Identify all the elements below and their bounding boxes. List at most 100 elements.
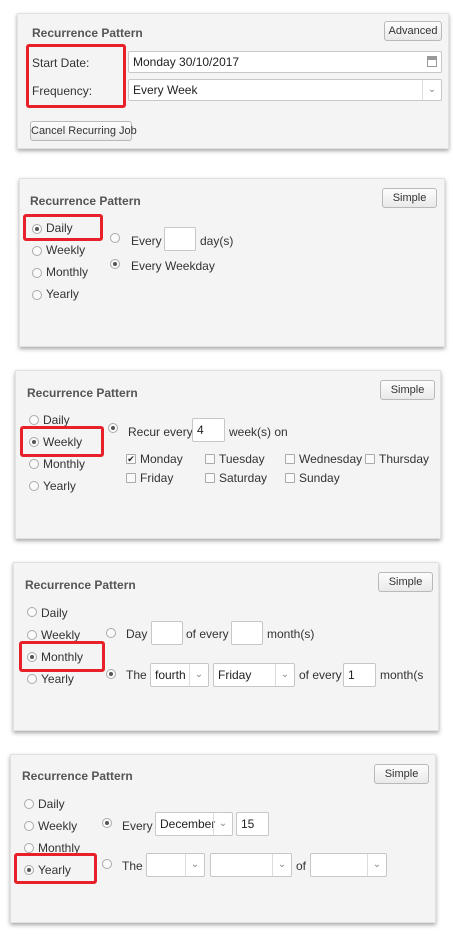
option-weekly-label: Weekly [38, 819, 78, 833]
radio-yearly[interactable] [32, 290, 42, 300]
panel-title: Recurrence Pattern [25, 578, 136, 592]
checkbox-tuesday[interactable] [205, 454, 215, 464]
option-daily-label: Daily [43, 413, 70, 427]
chevron-down-icon: ⌄ [275, 664, 294, 686]
radio-every-weekday[interactable] [110, 259, 120, 269]
month-value: December [160, 817, 216, 831]
radio-every-n-days[interactable] [110, 233, 120, 243]
month-select-2[interactable]: ⌄ [310, 853, 387, 877]
day-saturday-label: Saturday [219, 471, 268, 485]
days-input[interactable] [164, 227, 196, 251]
weekday-select[interactable]: Friday ⌄ [213, 663, 295, 687]
highlight-monthly [19, 641, 105, 672]
highlight-daily [23, 214, 103, 241]
weeks-input[interactable]: 4 [192, 418, 225, 442]
radio-weekly[interactable] [24, 821, 34, 831]
checkbox-monday[interactable]: ✔ [126, 454, 136, 464]
of-label: of [296, 859, 307, 873]
chevron-down-icon: ⌄ [367, 854, 386, 876]
frequency-select[interactable]: Every Week ⌄ [128, 79, 442, 101]
checkbox-wednesday[interactable] [285, 454, 295, 464]
simple-button[interactable]: Simple [382, 188, 437, 208]
highlight-yearly [14, 853, 97, 884]
option-daily-label: Daily [41, 606, 68, 620]
frequency-value: Every Week [133, 83, 198, 97]
the-label: The [126, 668, 147, 682]
simple-button[interactable]: Simple [374, 764, 429, 784]
radio-monthly[interactable] [29, 459, 39, 469]
radio-monthly[interactable] [32, 268, 42, 278]
option-weekly-label: Weekly [46, 243, 86, 257]
calendar-icon[interactable] [427, 56, 437, 67]
start-date-value: Monday 30/10/2017 [133, 55, 240, 69]
recurrence-panel-monthly: Recurrence Pattern Simple Daily Weekly M… [13, 562, 439, 731]
chevron-down-icon: ⌄ [185, 854, 204, 876]
day-sunday-label: Sunday [299, 471, 340, 485]
ordinal-select[interactable]: ⌄ [146, 853, 205, 877]
highlight-start-frequency [26, 44, 126, 108]
panel-title: Recurrence Pattern [32, 26, 143, 40]
simple-button[interactable]: Simple [378, 572, 433, 592]
radio-daily[interactable] [29, 415, 39, 425]
weeks-suffix-label: week(s) on [229, 425, 288, 439]
chevron-down-icon: ⌄ [272, 854, 291, 876]
month-select[interactable]: December ⌄ [155, 812, 233, 836]
day-friday-label: Friday [140, 471, 174, 485]
day-label: Day [126, 627, 148, 641]
every-label: Every [122, 819, 153, 833]
radio-daily[interactable] [27, 607, 37, 617]
months-suffix-label: month(s) [267, 627, 315, 641]
option-yearly-label: Yearly [46, 287, 79, 301]
ordinal-select[interactable]: fourth ⌄ [150, 663, 209, 687]
radio-monthly[interactable] [24, 843, 34, 853]
radio-weekly[interactable] [32, 246, 42, 256]
option-yearly-label: Yearly [43, 479, 76, 493]
chevron-down-icon: ⌄ [422, 80, 441, 100]
option-monthly-label: Monthly [43, 457, 86, 471]
months-input-2[interactable]: 1 [343, 663, 376, 687]
radio-weekly[interactable] [27, 630, 37, 640]
radio-day-of-month[interactable] [106, 628, 116, 638]
day-thursday-label: Thursday [379, 452, 430, 466]
ordinal-value: fourth [155, 668, 186, 682]
checkbox-sunday[interactable] [285, 473, 295, 483]
recurrence-panel-simple: Recurrence Pattern Advanced Start Date: … [17, 13, 449, 149]
checkbox-saturday[interactable] [205, 473, 215, 483]
every-label: Every [131, 234, 162, 248]
highlight-weekly [20, 426, 104, 457]
months-suffix-label-2: month(s [380, 668, 424, 682]
recurrence-panel-daily: Recurrence Pattern Simple Daily Weekly M… [19, 178, 445, 347]
weekday-select[interactable]: ⌄ [210, 853, 292, 877]
day-input[interactable]: 15 [236, 812, 269, 836]
simple-button[interactable]: Simple [380, 380, 435, 400]
day-wednesday-label: Wednesday [299, 452, 363, 466]
day-input[interactable] [151, 621, 183, 645]
weekday-value: Friday [218, 668, 252, 682]
cancel-recurring-job-button[interactable]: Cancel Recurring Job [30, 121, 137, 141]
radio-yearly[interactable] [29, 481, 39, 491]
radio-every-date[interactable] [102, 818, 112, 828]
chevron-down-icon: ⌄ [213, 813, 232, 835]
recurrence-panel-weekly: Recurrence Pattern Simple Daily Weekly M… [15, 370, 441, 539]
chevron-down-icon: ⌄ [189, 664, 208, 686]
day-monday-label: Monday [140, 452, 183, 466]
panel-title: Recurrence Pattern [30, 194, 141, 208]
recurrence-panel-yearly: Recurrence Pattern Simple Daily Weekly M… [10, 754, 436, 923]
recur-every-label: Recur every [128, 425, 193, 439]
days-suffix-label: day(s) [200, 234, 234, 248]
the-label: The [122, 859, 143, 873]
panel-title: Recurrence Pattern [27, 386, 138, 400]
checkbox-friday[interactable] [126, 473, 136, 483]
radio-the-weekday-of-month[interactable] [102, 859, 112, 869]
radio-the-weekday-of-month[interactable] [106, 669, 116, 679]
of-every-label-2: of every [299, 668, 342, 682]
advanced-button[interactable]: Advanced [384, 21, 442, 41]
radio-yearly[interactable] [27, 674, 37, 684]
radio-daily[interactable] [24, 799, 34, 809]
checkbox-thursday[interactable] [365, 454, 375, 464]
months-input[interactable] [231, 621, 263, 645]
start-date-field[interactable]: Monday 30/10/2017 [128, 51, 442, 73]
radio-recur-every[interactable] [108, 423, 118, 433]
every-weekday-label: Every Weekday [131, 259, 215, 273]
option-daily-label: Daily [38, 797, 65, 811]
